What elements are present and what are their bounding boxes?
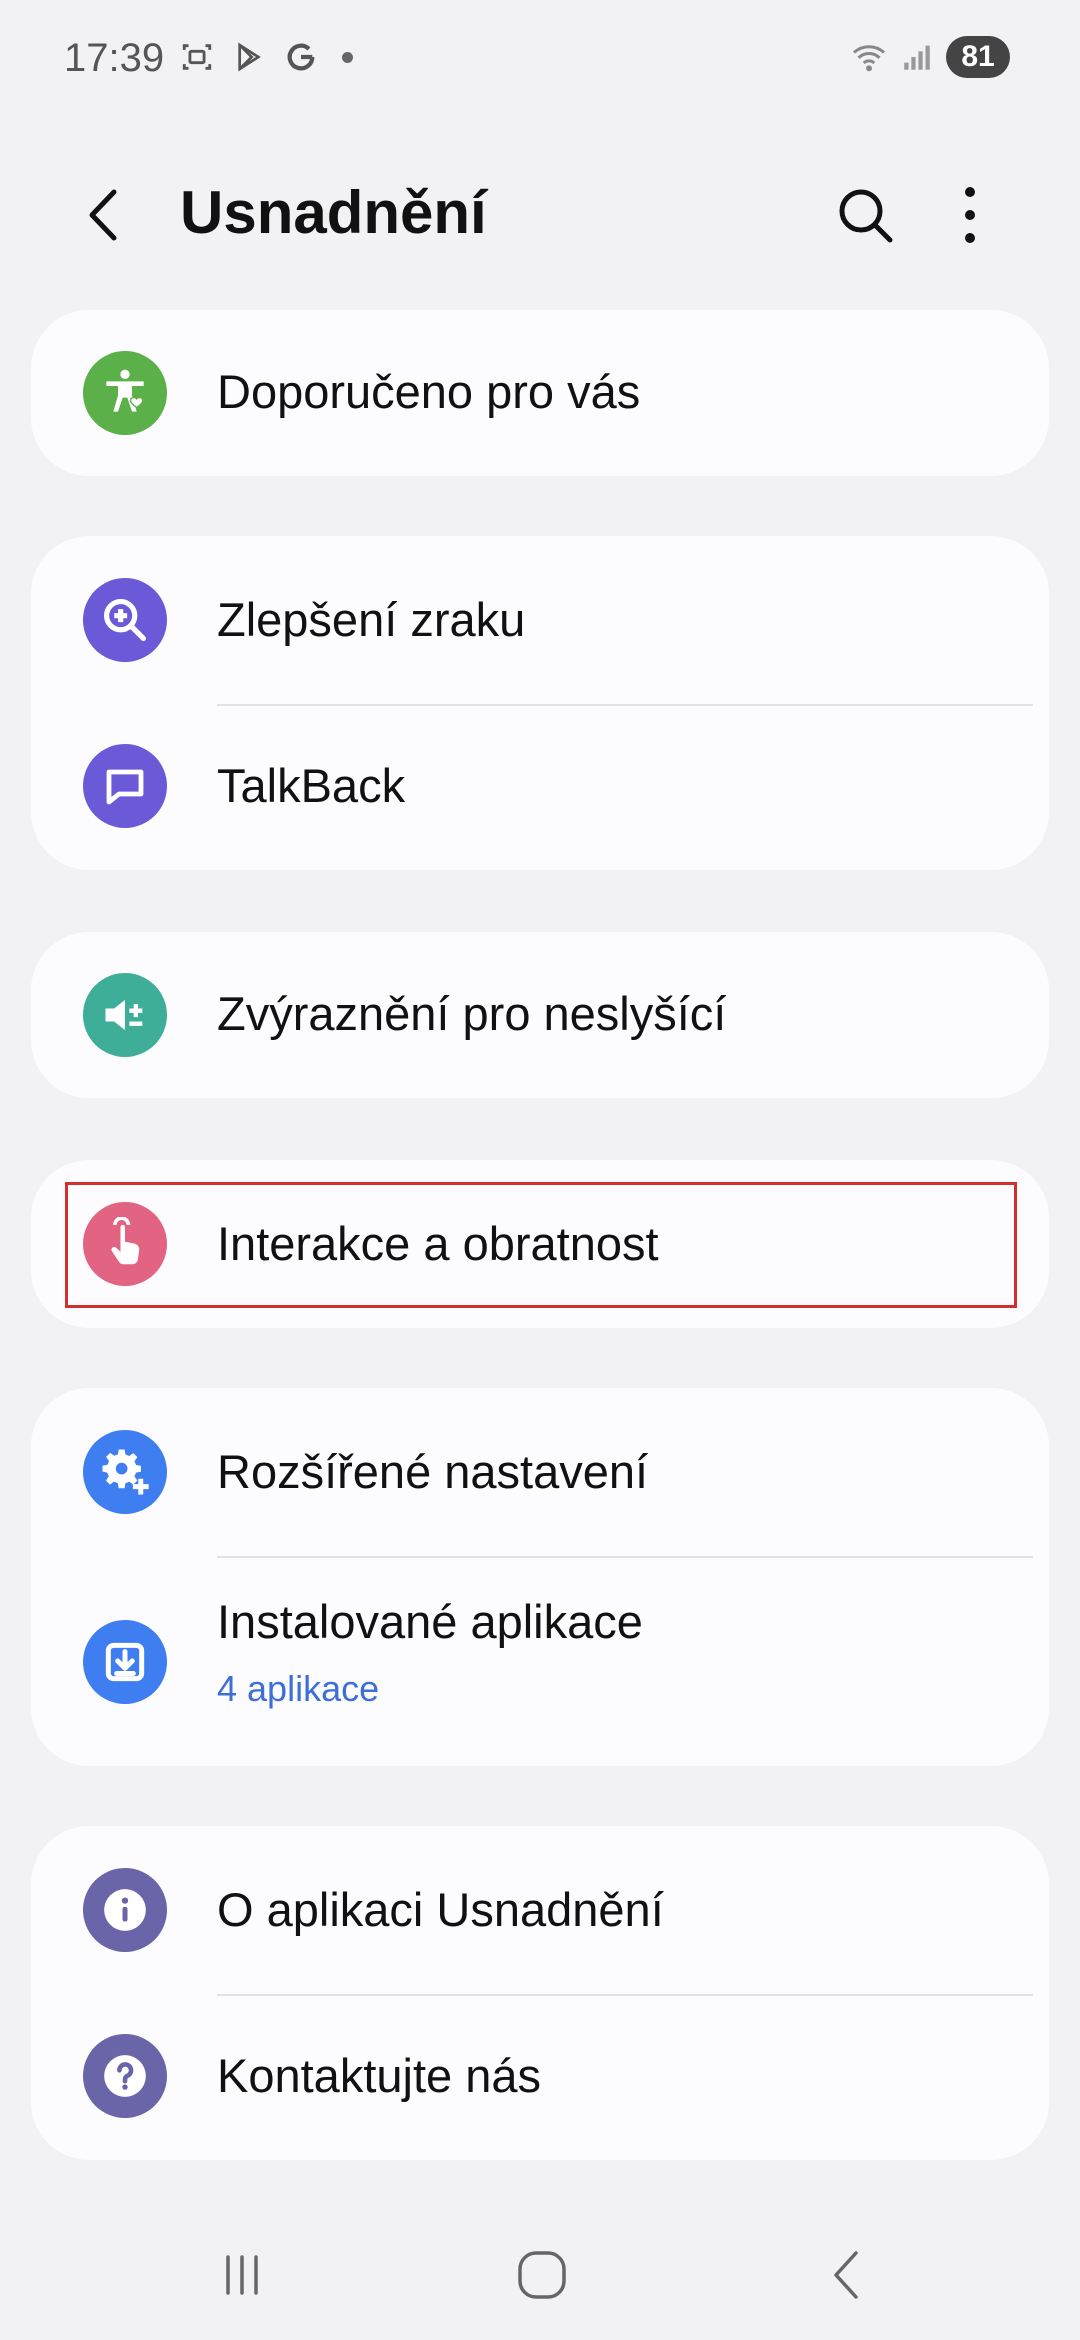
battery-indicator: 81 xyxy=(946,36,1010,78)
list-item-label: Zvýraznění pro neslyšící xyxy=(217,987,727,1040)
play-store-icon xyxy=(230,38,268,76)
list-item-label: Kontaktujte nás xyxy=(217,2049,541,2102)
page-title: Usnadnění xyxy=(180,179,487,246)
card-recommended: Doporučeno pro vás xyxy=(31,310,1049,476)
list-item-sublabel: 4 aplikace xyxy=(217,1668,380,1709)
gear-plus-icon xyxy=(83,1430,167,1514)
list-item-installed-apps[interactable]: Instalované aplikace 4 aplikace xyxy=(31,1556,1049,1766)
list-item-contact[interactable]: Kontaktujte nás xyxy=(31,1994,1049,2160)
speaker-plus-icon xyxy=(83,973,167,1057)
search-button[interactable] xyxy=(830,180,900,250)
recent-apps-icon xyxy=(226,2255,258,2295)
wifi-icon xyxy=(850,38,888,76)
list-item-label: Instalované aplikace xyxy=(217,1595,643,1648)
accessibility-heart-icon xyxy=(83,351,167,435)
list-item-vision[interactable]: Zlepšení zraku xyxy=(31,536,1049,704)
google-icon xyxy=(282,38,320,76)
back-button[interactable] xyxy=(70,180,140,250)
notification-icons xyxy=(178,38,353,76)
screenshot-icon xyxy=(178,38,216,76)
more-options-button[interactable] xyxy=(940,180,1000,250)
card-advanced: Rozšířené nastavení Instalované aplikace… xyxy=(31,1388,1049,1766)
status-time: 17:39 xyxy=(64,36,165,80)
list-item-hearing[interactable]: Zvýraznění pro neslyšící xyxy=(31,932,1049,1098)
back-icon xyxy=(834,2251,858,2299)
card-about: O aplikaci Usnadnění Kontaktujte nás xyxy=(31,1826,1049,2160)
list-item-recommended[interactable]: Doporučeno pro vás xyxy=(31,310,1049,476)
download-icon xyxy=(83,1620,167,1704)
more-vertical-icon xyxy=(965,187,975,243)
more-notifications-dot xyxy=(342,51,353,63)
signal-icon xyxy=(898,38,936,76)
home-button[interactable] xyxy=(502,2240,582,2310)
help-icon xyxy=(83,2034,167,2118)
list-item-label: Zlepšení zraku xyxy=(217,593,526,646)
app-bar: Usnadnění xyxy=(0,150,1080,280)
chat-bubble-icon xyxy=(83,744,167,828)
home-icon xyxy=(518,2251,566,2299)
list-item-about[interactable]: O aplikaci Usnadnění xyxy=(31,1826,1049,1994)
status-bar: 17:39 81 xyxy=(0,0,1080,120)
system-back-button[interactable] xyxy=(808,2240,888,2310)
list-item-label: O aplikaci Usnadnění xyxy=(217,1883,664,1936)
search-icon xyxy=(839,189,893,243)
navigation-bar xyxy=(0,2220,1080,2340)
chevron-left-icon xyxy=(89,189,117,241)
highlight-box xyxy=(65,1182,1017,1308)
card-hearing: Zvýraznění pro neslyšící xyxy=(31,932,1049,1098)
list-item-label: TalkBack xyxy=(217,759,406,812)
card-vision: Zlepšení zraku TalkBack xyxy=(31,536,1049,870)
list-item-label: Doporučeno pro vás xyxy=(217,365,641,418)
system-icons: 81 xyxy=(850,36,1010,78)
list-item-advanced[interactable]: Rozšířené nastavení xyxy=(31,1388,1049,1556)
info-icon xyxy=(83,1868,167,1952)
recent-apps-button[interactable] xyxy=(202,2240,282,2310)
zoom-in-icon xyxy=(83,578,167,662)
list-item-talkback[interactable]: TalkBack xyxy=(31,704,1049,870)
accessibility-settings-screen: 17:39 81 Usnadnění Doporučeno pro vás Zl… xyxy=(0,0,1080,2340)
list-item-label: Rozšířené nastavení xyxy=(217,1445,649,1498)
